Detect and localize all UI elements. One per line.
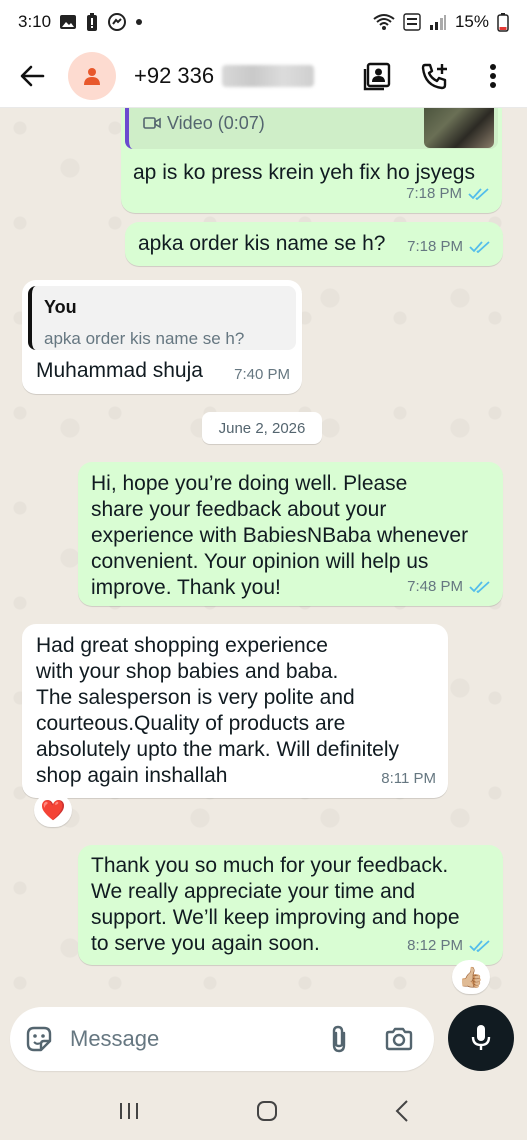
messenger-notification-icon <box>107 12 127 32</box>
gallery-notification-icon <box>59 13 77 31</box>
back-button[interactable] <box>6 50 58 102</box>
double-check-read-icon <box>469 581 491 593</box>
message-line: experience with BabiesNBaba whenever <box>91 524 469 547</box>
status-left: 3:10 <box>18 12 143 32</box>
video-duration-label: Video (0:07) <box>167 113 265 133</box>
contact-avatar[interactable] <box>68 51 116 100</box>
message-composer <box>10 1007 434 1071</box>
message-line: Thank you so much for your feedback. <box>91 854 449 877</box>
message-meta: 7:48 PM <box>407 574 491 600</box>
message-bubble-incoming[interactable]: Had great shopping experience with your … <box>22 624 448 798</box>
message-line: courteous.Quality of products are <box>36 712 346 735</box>
message-line: support. We’ll keep improving and hope <box>91 906 460 929</box>
contact-card-icon <box>363 62 391 90</box>
back-arrow-icon <box>20 65 45 86</box>
heart-reaction[interactable]: ❤️ <box>34 793 72 827</box>
sticker-icon <box>26 1026 52 1052</box>
battery-icon <box>497 12 509 32</box>
message-line: convenient. Your opinion will help us <box>91 550 429 573</box>
double-check-read-icon <box>469 940 491 952</box>
message-time: 7:48 PM <box>407 578 463 595</box>
battery-percent: 15% <box>454 12 489 31</box>
more-options-button[interactable] <box>471 54 515 98</box>
home-button[interactable] <box>255 1099 279 1123</box>
voice-message-button[interactable] <box>448 1005 514 1071</box>
recent-apps-icon <box>119 1103 138 1119</box>
status-bar: 3:10 15% <box>0 0 527 44</box>
add-call-icon <box>421 63 447 89</box>
message-input[interactable] <box>70 1026 300 1052</box>
heart-emoji-icon: ❤️ <box>40 799 66 822</box>
date-separator: June 2, 2026 <box>202 412 322 444</box>
sticker-button[interactable] <box>24 1024 54 1054</box>
message-line: to serve you again soon. <box>91 932 320 955</box>
status-right: 15% <box>373 12 509 32</box>
video-camera-icon <box>143 117 161 129</box>
message-bubble-outgoing[interactable]: Thank you so much for your feedback. We … <box>78 845 503 965</box>
message-bubble-outgoing[interactable]: Hi, hope you’re doing well. Please share… <box>78 462 503 606</box>
quoted-message[interactable]: You apka order kis name se h? <box>28 286 296 350</box>
message-text: Had great shopping experience with your … <box>36 633 399 789</box>
message-time: 7:40 PM <box>234 366 290 383</box>
battery-alert-notification-icon <box>85 12 99 32</box>
wifi-calling-icon <box>373 13 395 31</box>
status-time: 3:10 <box>18 12 52 31</box>
video-label-row: Video (0:07) <box>143 110 265 136</box>
camera-icon <box>385 1027 413 1051</box>
message-time: 8:12 PM <box>407 937 463 954</box>
message-line: share your feedback about your <box>91 498 387 521</box>
contact-number: +92 336 <box>134 62 215 88</box>
header-actions <box>355 54 515 98</box>
message-meta: 8:12 PM <box>407 933 491 959</box>
message-line: absolutely upto the mark. Will definitel… <box>36 738 399 761</box>
message-line: shop again inshallah <box>36 764 228 787</box>
message-time: 7:18 PM <box>406 185 462 202</box>
message-line: Hi, hope you’re doing well. Please <box>91 472 408 495</box>
chat-header: +92 336 <box>0 44 527 108</box>
home-icon <box>256 1101 277 1121</box>
message-text: apka order kis name se h? <box>138 232 386 255</box>
camera-button[interactable] <box>384 1026 414 1052</box>
message-text: Muhammad shuja <box>36 359 203 382</box>
signal-strength-icon <box>429 14 447 30</box>
quote-text: apka order kis name se h? <box>44 329 245 348</box>
message-line: The salesperson is very polite and <box>36 686 355 709</box>
message-meta: 7:18 PM <box>407 234 491 260</box>
more-vertical-icon <box>490 63 496 88</box>
contact-name[interactable]: +92 336 <box>134 62 315 89</box>
redacted-number-block <box>222 64 315 87</box>
double-check-read-icon <box>468 188 490 200</box>
thumbs-up-emoji-icon: 👍🏼 <box>458 966 484 989</box>
microphone-icon <box>471 1025 491 1050</box>
back-nav-button[interactable] <box>394 1099 410 1123</box>
chevron-left-icon <box>395 1100 408 1122</box>
person-icon <box>84 67 100 85</box>
recent-apps-button[interactable] <box>118 1100 140 1122</box>
paperclip-icon <box>332 1025 346 1053</box>
message-bubble-outgoing[interactable]: Video (0:07) ap is ko press krein yeh fi… <box>121 108 502 213</box>
system-navigation-bar <box>0 1082 527 1140</box>
chat-area[interactable]: Video (0:07) ap is ko press krein yeh fi… <box>0 108 527 1000</box>
attach-button[interactable] <box>328 1024 350 1054</box>
message-time: 7:18 PM <box>407 238 463 255</box>
video-thumbnail[interactable] <box>424 108 494 148</box>
add-call-button[interactable] <box>413 54 457 98</box>
message-line: with your shop babies and baba. <box>36 660 339 683</box>
message-meta: 7:18 PM <box>406 181 490 207</box>
more-notifications-dot-icon <box>135 18 143 26</box>
message-time: 8:11 PM <box>381 770 436 787</box>
message-text: Thank you so much for your feedback. We … <box>91 853 460 957</box>
message-line: We really appreciate your time and <box>91 880 416 903</box>
thumbs-up-reaction[interactable]: 👍🏼 <box>452 960 490 994</box>
quote-author: You <box>44 297 77 317</box>
volte-icon <box>403 13 421 31</box>
double-check-read-icon <box>469 241 491 253</box>
message-line: Had great shopping experience <box>36 634 328 657</box>
message-bubble-outgoing[interactable]: apka order kis name se h? 7:18 PM <box>125 222 503 266</box>
contact-card-button[interactable] <box>355 54 399 98</box>
message-bubble-incoming[interactable]: You apka order kis name se h? Muhammad s… <box>22 280 302 394</box>
quoted-video-reply[interactable]: Video (0:07) <box>125 108 498 149</box>
